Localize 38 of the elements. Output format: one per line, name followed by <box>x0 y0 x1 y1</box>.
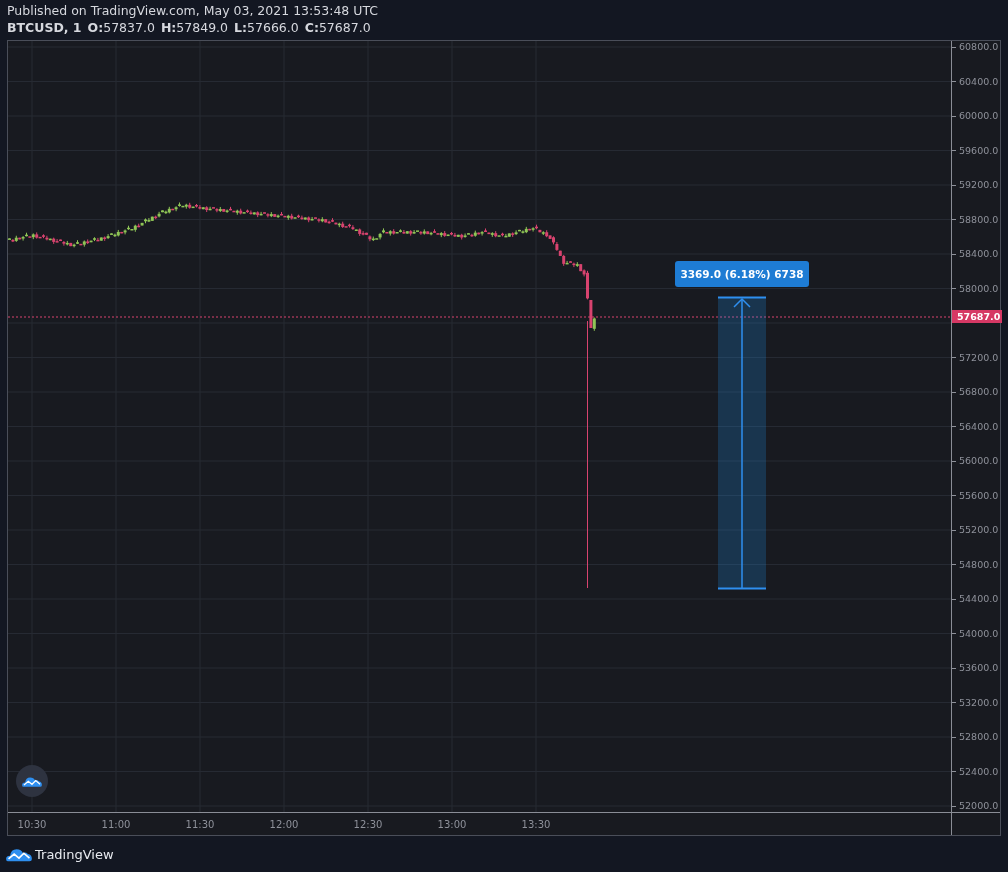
price-tick-label: 60000.0 <box>952 110 1000 122</box>
price-tick-label: 58800.0 <box>952 213 1000 226</box>
price-tick-label: 54000.0 <box>952 627 1000 640</box>
price-tick-label: 58000.0 <box>952 282 1000 295</box>
price-tick-label: 56000.0 <box>952 455 1000 467</box>
price-tick-label: 58400.0 <box>952 248 1000 260</box>
price-tick-label: 56800.0 <box>952 386 1000 398</box>
ohlc-value: H:57849.0 <box>160 20 229 35</box>
time-tick-label: 12:00 <box>268 818 300 830</box>
price-tick-label: 52400.0 <box>952 765 1000 778</box>
price-tick-label: 56400.0 <box>952 420 1000 433</box>
price-tick-label: 53600.0 <box>952 662 1000 674</box>
price-tick-label: 60800.0 <box>952 41 1000 53</box>
price-tick-label: 59600.0 <box>952 144 1000 157</box>
ohlc-value: O:57837.0 <box>87 20 155 35</box>
ohlc-value: L:57666.0 <box>234 20 299 35</box>
price-tick-label: 52800.0 <box>952 731 1000 743</box>
price-tick-label: 54800.0 <box>952 558 1000 571</box>
time-tick-label: 12:30 <box>352 818 384 830</box>
price-tick-label: 55200.0 <box>952 524 1000 536</box>
measure-label: 3369.0 (6.18%) 6738 <box>675 261 809 287</box>
price-tick-label: 54400.0 <box>952 593 1000 605</box>
time-tick-label: 13:00 <box>436 818 468 830</box>
price-tick-label: 52000.0 <box>952 800 1000 812</box>
time-tick-label: 11:30 <box>184 818 216 830</box>
time-tick-label: 13:30 <box>520 818 552 830</box>
time-tick-label: 10:30 <box>16 818 48 830</box>
time-tick-label: 11:00 <box>100 818 132 830</box>
published-caption: Published on TradingView.com, May 03, 2021 13:53:48 UTC <box>7 3 379 18</box>
price-tick-label: 53200.0 <box>952 696 1000 709</box>
price-tick-label: 60400.0 <box>952 75 1000 88</box>
price-tick-label: 59200.0 <box>952 179 1000 191</box>
last-price-label: 57687.0 <box>952 310 1002 323</box>
price-tick-label: 55600.0 <box>952 489 1000 502</box>
brand-name: TradingView <box>35 846 114 862</box>
ohlc-value: C:57687.0 <box>304 20 371 35</box>
price-tick-label: 57200.0 <box>952 351 1000 364</box>
symbol-label: BTCUSD, 1 <box>7 20 82 35</box>
